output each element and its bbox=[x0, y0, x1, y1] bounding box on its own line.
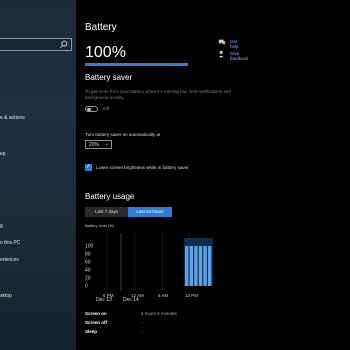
y-tick-label: 20 bbox=[85, 276, 91, 282]
screen-off-value: - bbox=[141, 320, 143, 325]
sidebar-item-tablet[interactable]: g bbox=[0, 223, 3, 229]
give-feedback-label: Give feedback bbox=[230, 51, 249, 61]
sleep-row: Sleep - bbox=[85, 329, 143, 334]
lower-brightness-checkbox[interactable]: ✓ bbox=[85, 164, 92, 171]
main-panel: Battery 100% Battery saver To get more f… bbox=[76, 0, 350, 350]
battery-percentage: 100% bbox=[85, 44, 126, 61]
usage-range-tabs: Last 7 days Last 24 hours bbox=[85, 207, 172, 217]
y-tick-label: 0 bbox=[85, 284, 88, 290]
chart-canvas: 1008060402006 PM 12 AM 6 AM 12 PM bbox=[85, 233, 213, 298]
battery-level-bar bbox=[194, 246, 198, 286]
search-input[interactable] bbox=[0, 38, 72, 51]
get-help-label: Get help bbox=[230, 39, 239, 49]
screen-on-value: 4 hours 5 minutes bbox=[141, 311, 177, 316]
battery-level-bar bbox=[203, 246, 207, 286]
help-chat-icon bbox=[218, 39, 226, 46]
x-tick-label: 12 PM bbox=[185, 293, 198, 298]
battery-level-bar bbox=[85, 63, 188, 66]
battery-saver-heading: Battery saver bbox=[85, 73, 133, 82]
tab-last-7-days[interactable]: Last 7 days bbox=[85, 207, 128, 217]
screen-on-label: Screen on bbox=[85, 311, 107, 316]
x-tick-label: 6 AM bbox=[158, 293, 169, 298]
chevron-down-icon: ⌄ bbox=[104, 141, 109, 147]
y-tick-label: 80 bbox=[85, 252, 91, 258]
select-value: 20% bbox=[89, 142, 100, 148]
battery-level-bar bbox=[185, 246, 189, 286]
toggle-state-label: Off bbox=[103, 106, 109, 111]
battery-level-chart: Battery level (%) 100 80 60 40 20 0 6 PM 12 AM 6… bbox=[85, 223, 215, 303]
y-tick-label: 60 bbox=[85, 260, 91, 266]
auto-saver-threshold-select[interactable]: 20% ⌄ bbox=[85, 140, 112, 149]
page-title: Battery bbox=[85, 22, 117, 33]
sleep-value: - bbox=[141, 329, 143, 334]
toggle-knob bbox=[87, 107, 91, 111]
sleep-label: Sleep bbox=[85, 329, 98, 334]
battery-level-bar bbox=[189, 246, 193, 286]
battery-level-bar bbox=[198, 246, 203, 286]
auto-saver-label: Turn battery saver on automatically at bbox=[85, 132, 161, 137]
lower-brightness-label: Lower screen brightness while in battery… bbox=[96, 165, 189, 170]
sidebar-item-remote-desktop[interactable]: sktop bbox=[0, 293, 12, 299]
screen-off-row: Screen off - bbox=[85, 320, 143, 325]
battery-level-fill bbox=[85, 63, 188, 66]
feedback-icon bbox=[218, 50, 224, 58]
sidebar-item-shared-experiences[interactable]: eriences bbox=[0, 257, 19, 263]
sidebar-item-power-sleep[interactable]: ep bbox=[0, 151, 6, 157]
date-label-dec-13: Dec 13 bbox=[96, 297, 112, 303]
checkmark-icon: ✓ bbox=[86, 164, 92, 170]
settings-sidebar: e & actions ep g o this PC eriences skto… bbox=[0, 0, 76, 350]
screen-off-label: Screen off bbox=[85, 320, 108, 325]
screen-on-row: Screen on 4 hours 5 minutes bbox=[85, 311, 177, 316]
y-tick-label: 40 bbox=[85, 268, 91, 274]
battery-saver-toggle[interactable] bbox=[85, 106, 98, 112]
battery-level-bar bbox=[208, 246, 212, 286]
search-icon bbox=[60, 40, 68, 48]
battery-saver-description: To get more from your battery when it's … bbox=[85, 89, 231, 100]
date-label-dec-14: Dec 14 bbox=[123, 297, 139, 303]
sidebar-item-notifications-actions[interactable]: e & actions bbox=[0, 115, 25, 121]
sidebar-item-projecting-to-this-pc[interactable]: o this PC bbox=[0, 240, 20, 246]
battery-usage-heading: Battery usage bbox=[85, 192, 135, 201]
y-tick-label: 100 bbox=[85, 244, 94, 250]
tab-last-24-hours[interactable]: Last 24 hours bbox=[128, 207, 172, 217]
